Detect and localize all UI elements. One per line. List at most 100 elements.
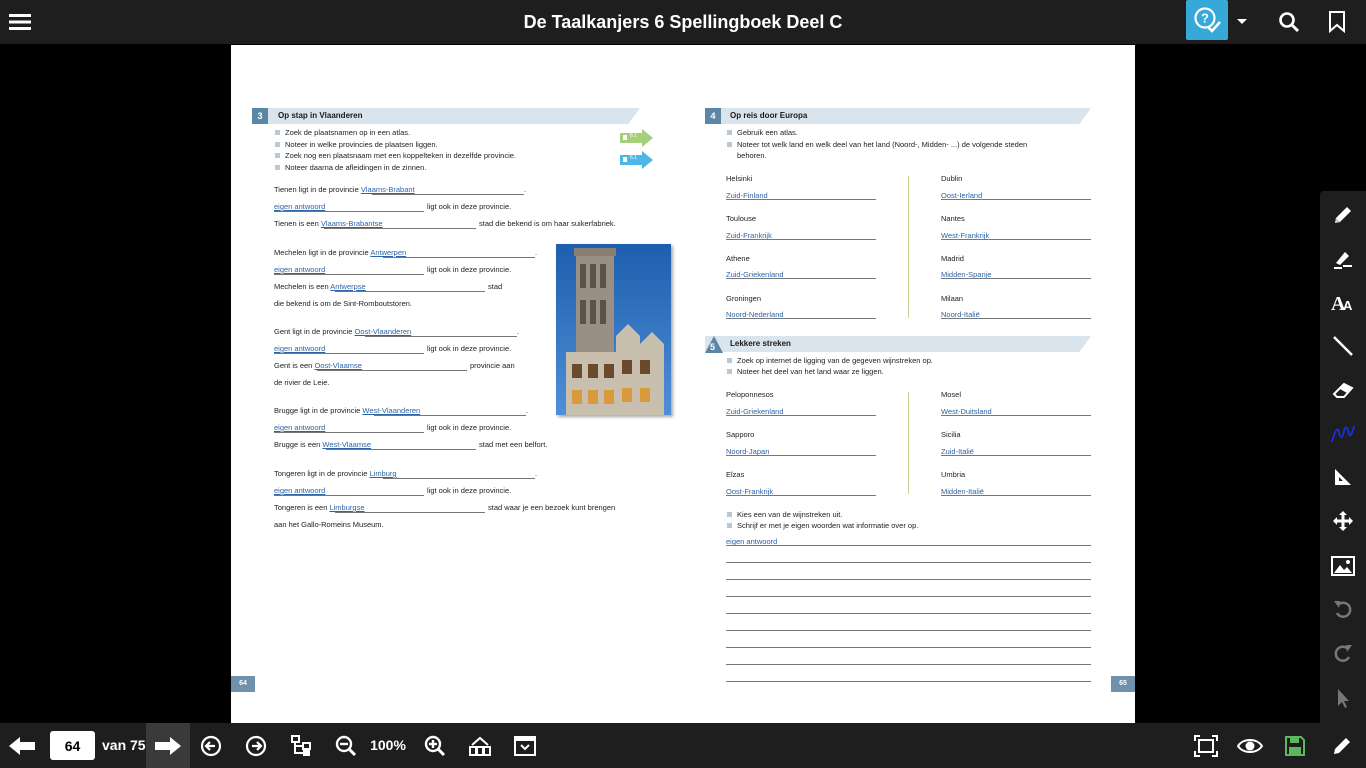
answer-text[interactable]: eigen antwoord — [274, 265, 325, 274]
top-bar: De Taalkanjers 6 Spellingboek Deel C ? — [0, 0, 1366, 44]
help-check-icon[interactable]: ? — [1186, 0, 1228, 40]
answer-text[interactable]: Limburg — [370, 469, 397, 478]
search-icon[interactable] — [1274, 0, 1304, 44]
fullscreen-icon[interactable] — [1190, 723, 1222, 768]
answer-text[interactable]: eigen antwoord — [274, 423, 325, 432]
next-page-icon[interactable] — [146, 723, 190, 768]
answer-line — [726, 239, 876, 240]
fit-page-icon[interactable] — [510, 723, 540, 768]
sentence-text: stad met een belfort. — [479, 440, 548, 449]
instruction: behoren. — [737, 151, 767, 160]
sentence-text: Mechelen ligt in de provincie — [274, 248, 369, 257]
answer-text[interactable]: Oost-Vlaamse — [314, 361, 362, 370]
prev-page-icon[interactable] — [4, 723, 40, 768]
text-icon[interactable]: AA — [1320, 284, 1366, 320]
annotation-toolbar: AA — [1320, 191, 1366, 723]
zoom-level: 100% — [370, 737, 406, 753]
fit-width-icon[interactable] — [465, 723, 495, 768]
document-spread[interactable]: 3 Op stap in Vlaanderen Zoek de plaatsna… — [231, 45, 1135, 723]
bullet — [275, 130, 280, 135]
answer-line — [274, 432, 424, 433]
menu-icon[interactable] — [6, 0, 34, 44]
highlighter-icon[interactable] — [1320, 241, 1366, 277]
answer-text[interactable]: eigen antwoord — [274, 486, 325, 495]
line-icon[interactable] — [1320, 328, 1366, 364]
undo-icon[interactable] — [1320, 591, 1366, 627]
exercise-tag-green[interactable]: 6.1 — [620, 129, 653, 152]
bullet — [727, 130, 732, 135]
instruction: Zoek op internet de ligging van de gegev… — [737, 356, 933, 365]
document-title: De Taalkanjers 6 Spellingboek Deel C — [523, 12, 843, 32]
answer-text[interactable]: eigen antwoord — [274, 344, 325, 353]
triangle-ruler-icon[interactable] — [1320, 459, 1366, 495]
city-label: Madrid — [941, 254, 964, 263]
bullet — [727, 523, 732, 528]
answer-line — [726, 415, 876, 416]
sentence-text: provincie aan — [470, 361, 515, 370]
instruction: Kies een van de wijnstreken uit. — [737, 510, 843, 519]
instruction: Noteer het deel van het land waar ze lig… — [737, 367, 884, 376]
eraser-icon[interactable] — [1320, 372, 1366, 408]
answer-line — [365, 336, 517, 337]
sentence: Mechelen ligt in de provincie Antwerpen — [274, 248, 406, 257]
answer-text[interactable]: Limburgse — [329, 503, 364, 512]
bookmark-icon[interactable] — [1324, 0, 1350, 44]
eye-icon[interactable] — [1234, 723, 1266, 768]
caret-down-icon[interactable] — [1232, 0, 1252, 44]
answer-text[interactable]: Antwerpen — [370, 248, 406, 257]
answer-line — [941, 318, 1091, 319]
sentence-text: die bekend is om de Sint-Romboutstoren. — [274, 299, 412, 308]
instruction: Zoek de plaatsnamen op in een atlas. — [285, 128, 411, 137]
pencil-icon[interactable] — [1320, 197, 1366, 233]
sentence: Tongeren ligt in de provincie Limburg — [274, 469, 397, 478]
exercise-tag-blue[interactable]: 6.1 — [620, 151, 653, 174]
sentence: Tienen is een Vlaams-Brabantse — [274, 219, 383, 228]
section-number-triangle: 5 — [705, 336, 723, 358]
answer-line — [374, 415, 526, 416]
answer-line — [335, 291, 485, 292]
freehand-icon[interactable] — [1320, 415, 1366, 451]
region-label: Sicilia — [941, 430, 961, 439]
city-label: Athene — [726, 254, 750, 263]
answer-text[interactable]: eigen antwoord — [274, 202, 325, 211]
zoom-in-icon[interactable] — [420, 723, 450, 768]
sentence-text: Gent ligt in de provincie — [274, 327, 353, 336]
region-label: Elzas — [726, 470, 745, 479]
move-icon[interactable] — [1320, 503, 1366, 539]
answer-text[interactable]: Vlaams-Brabantse — [321, 219, 383, 228]
sentence-end: . — [526, 406, 529, 415]
pencil-icon[interactable] — [1326, 723, 1358, 768]
back-circle-icon[interactable] — [196, 723, 226, 768]
answer-text[interactable]: West-Vlaamse — [322, 440, 371, 449]
instruction: Noteer tot welk land en welk deel van he… — [737, 140, 1028, 149]
answer-text[interactable]: Oost-Vlaanderen — [354, 327, 411, 336]
tree-icon[interactable] — [286, 723, 316, 768]
answer-line — [941, 455, 1091, 456]
save-icon[interactable] — [1280, 723, 1310, 768]
answer-line — [383, 257, 535, 258]
zoom-out-icon[interactable] — [331, 723, 361, 768]
region-label: Mosel — [941, 390, 962, 399]
sentence-text: Tienen is een — [274, 219, 319, 228]
writing-line — [726, 681, 1091, 682]
answer-line — [274, 274, 424, 275]
page-number-input[interactable] — [50, 731, 95, 760]
answer-line — [726, 199, 876, 200]
answer-text[interactable]: Vlaams-Brabant — [361, 185, 415, 194]
sentence-text: de rivier de Leie. — [274, 378, 330, 387]
answer-line — [274, 211, 424, 212]
image-icon[interactable] — [1320, 548, 1366, 584]
answer-line — [726, 495, 876, 496]
redo-icon[interactable] — [1320, 635, 1366, 671]
answer-text[interactable]: Antwerpse — [330, 282, 365, 291]
answer-line — [941, 415, 1091, 416]
forward-circle-icon[interactable] — [241, 723, 271, 768]
pointer-icon[interactable] — [1320, 680, 1366, 716]
answer-line — [941, 495, 1091, 496]
bullet — [275, 153, 280, 158]
section-title: Lekkere streken — [730, 339, 791, 348]
sentence-end: . — [524, 185, 527, 194]
instruction: Noteer in welke provincies de plaatsen l… — [285, 140, 438, 149]
answer-text[interactable]: West-Vlaanderen — [362, 406, 420, 415]
writing-line — [726, 579, 1091, 580]
